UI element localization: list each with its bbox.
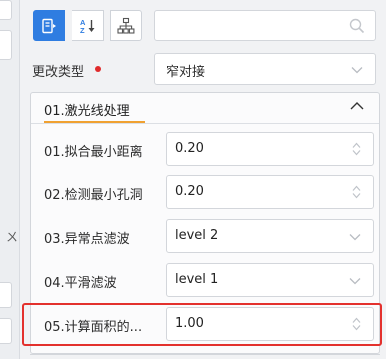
change-type-value: 窄对接	[166, 65, 206, 80]
svg-text:Z: Z	[80, 26, 85, 35]
sort-az-button[interactable]: A Z	[72, 10, 104, 41]
panel-bottom-border	[30, 354, 380, 355]
highlight-box	[22, 303, 382, 346]
chevron-down-icon	[349, 234, 361, 241]
category-view-button[interactable]	[33, 10, 65, 41]
required-indicator	[95, 66, 101, 72]
left-pane-field[interactable]	[0, 318, 12, 344]
hierarchy-icon	[117, 17, 135, 34]
property-label: 03.异常点滤波	[44, 232, 130, 247]
sort-az-icon: A Z	[80, 18, 94, 35]
chevron-down-icon	[349, 278, 361, 285]
stepper-arrows-icon[interactable]	[352, 142, 361, 156]
group-header-divider	[31, 123, 379, 124]
property-stepper[interactable]: 0.20	[166, 175, 374, 209]
property-value: level 1	[175, 272, 219, 287]
change-type-select[interactable]: 窄对接	[154, 53, 376, 85]
left-pane-field[interactable]	[0, 282, 12, 308]
group-title[interactable]: 01.激光线处理	[44, 100, 130, 119]
property-label: 04.平滑滤波	[44, 276, 117, 291]
property-value: 0.20	[175, 184, 204, 199]
stepper-arrows-icon[interactable]	[352, 185, 361, 199]
category-list-icon	[42, 18, 56, 33]
property-stepper[interactable]: 0.20	[166, 132, 374, 166]
chevron-up-icon[interactable]	[350, 101, 364, 110]
left-pane-field[interactable]	[0, 0, 12, 20]
left-pane-field[interactable]	[0, 30, 12, 60]
chevron-down-icon	[351, 67, 363, 74]
property-dropdown[interactable]: level 1	[166, 263, 374, 297]
tree-view-button[interactable]	[110, 10, 142, 41]
search-input[interactable]	[154, 10, 376, 41]
property-value: 0.20	[175, 141, 204, 156]
property-value: level 2	[175, 228, 219, 243]
property-dropdown[interactable]: level 2	[166, 219, 374, 253]
search-icon[interactable]	[349, 18, 365, 34]
change-type-label: 更改类型	[32, 65, 85, 80]
property-label: 02.检测最小孔洞	[44, 188, 143, 203]
left-pane-text: ㄨ	[6, 230, 19, 244]
property-label: 01.拟合最小距离	[44, 145, 143, 160]
